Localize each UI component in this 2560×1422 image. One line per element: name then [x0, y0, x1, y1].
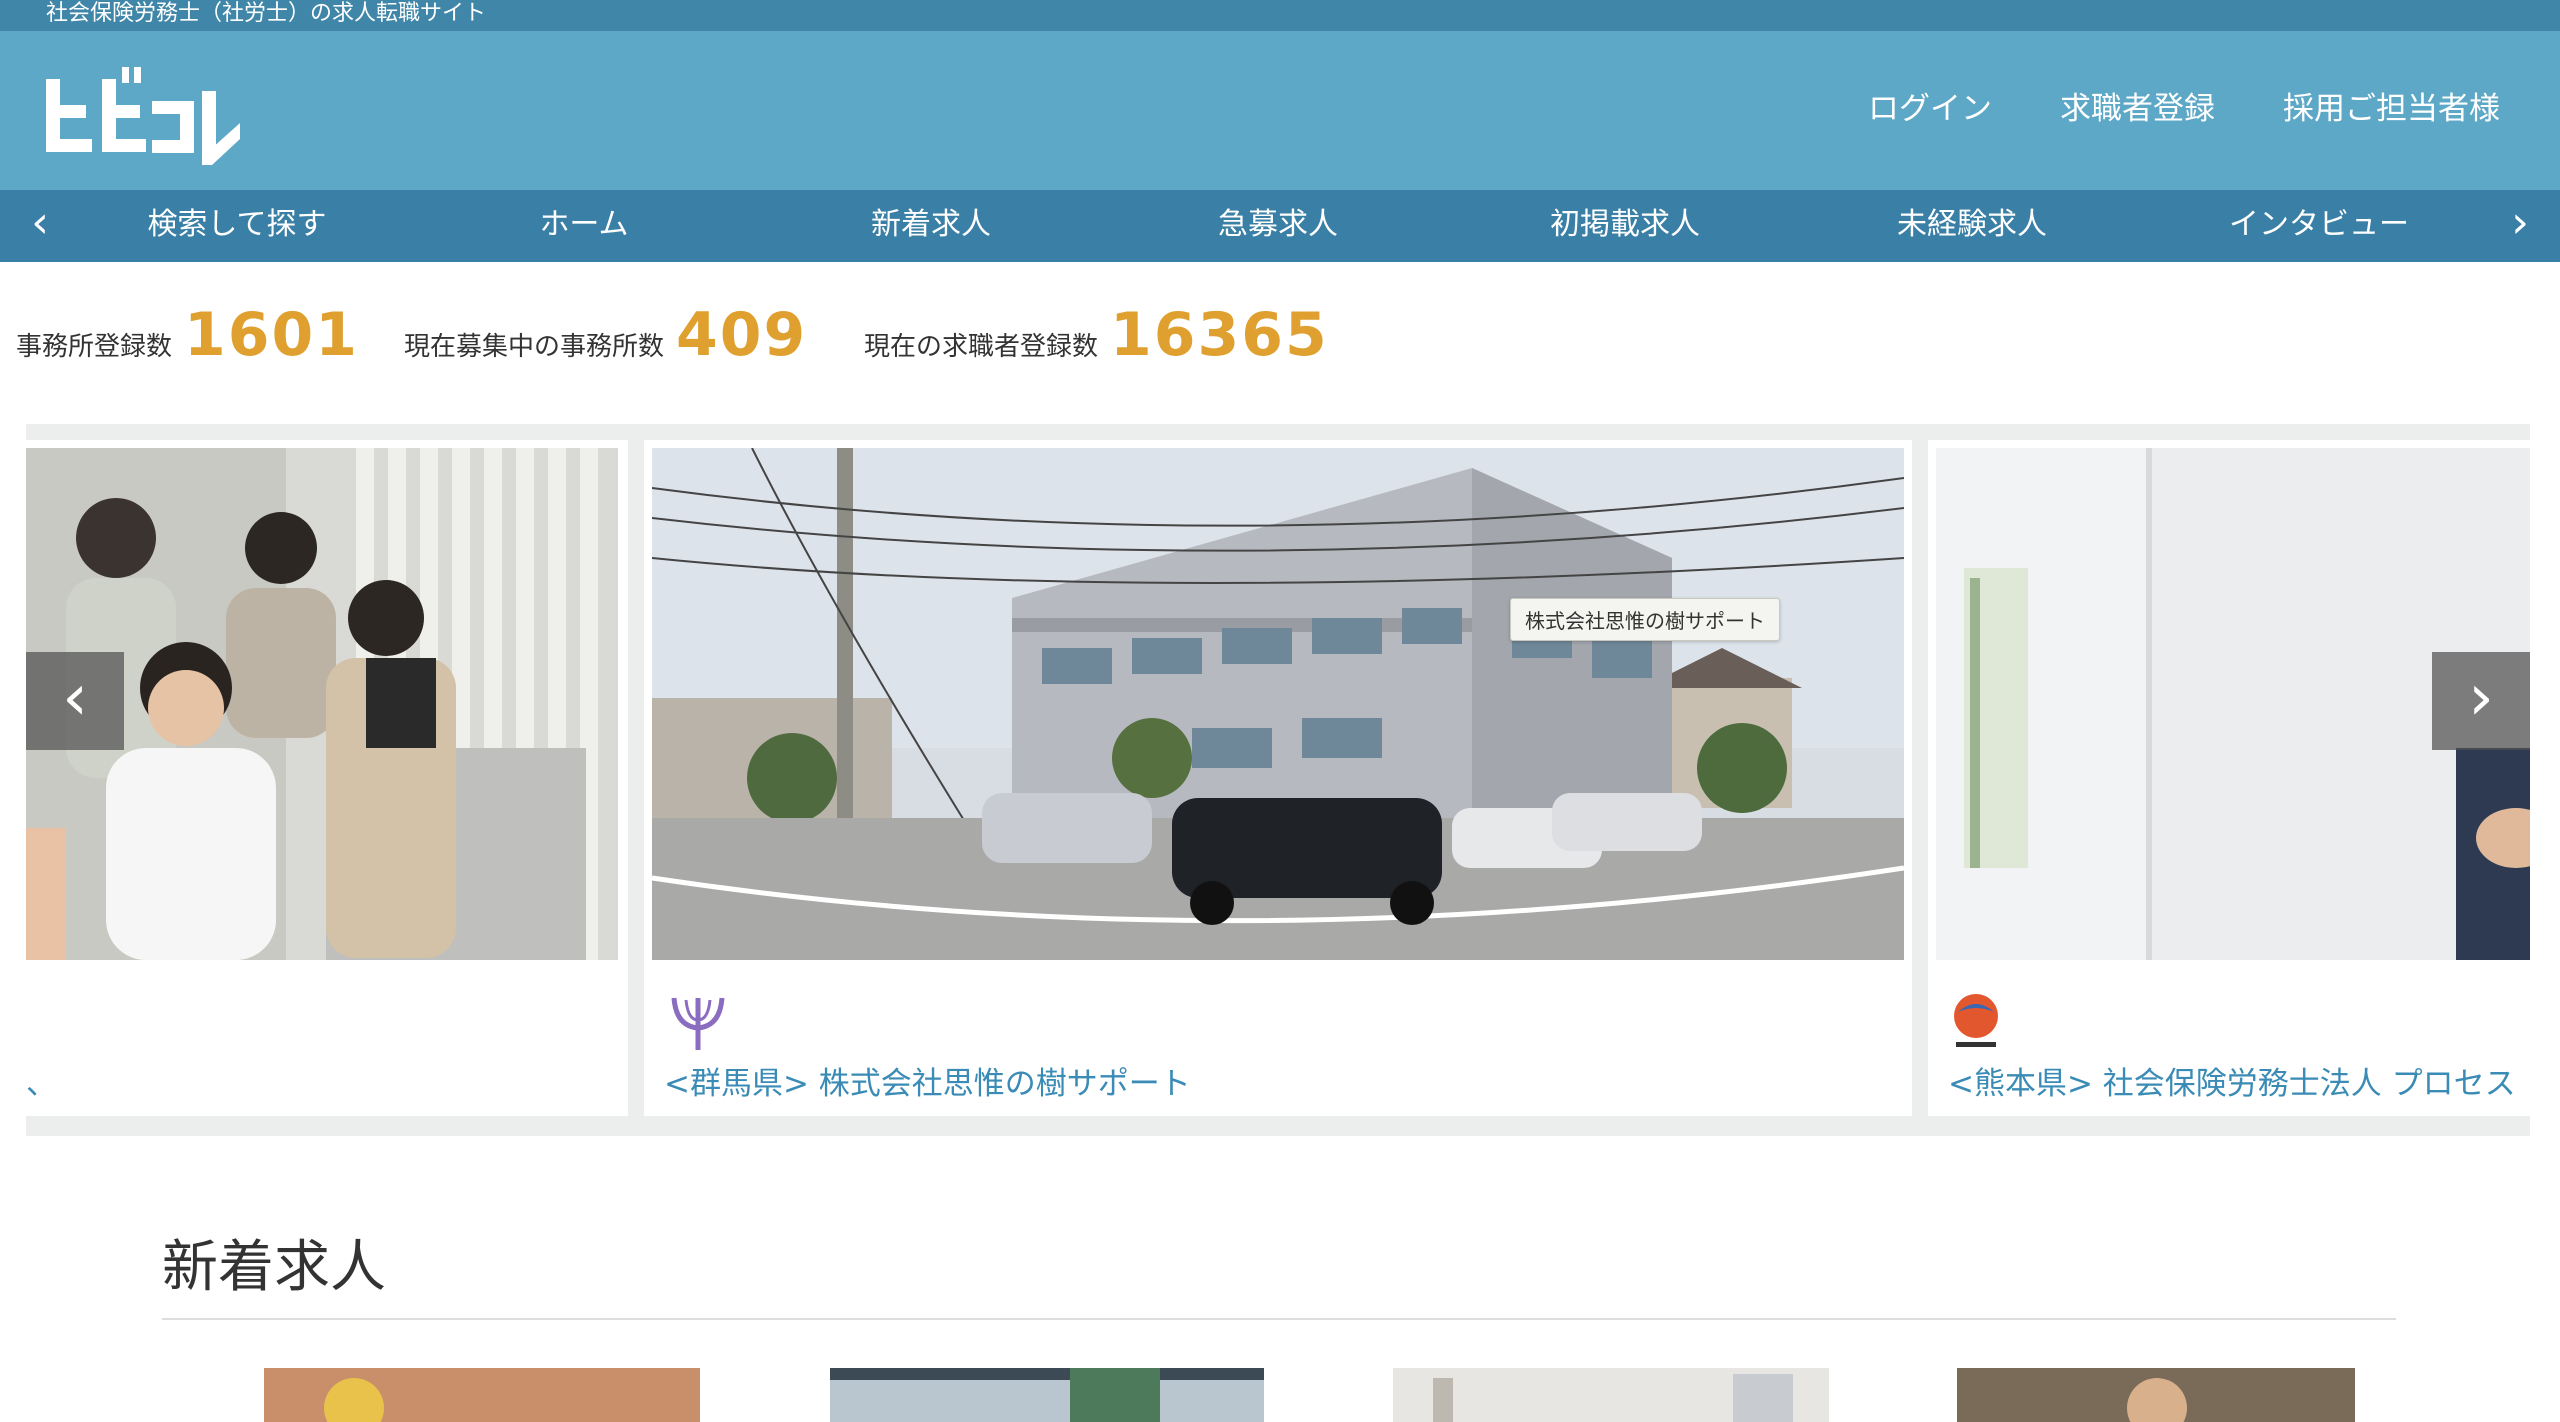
slide-photo [652, 448, 1904, 960]
nav-next-button[interactable]: › [2480, 190, 2560, 262]
nav-item-first-listing[interactable]: 初掲載求人 [1455, 190, 1795, 262]
chevron-left-icon: ‹ [31, 197, 49, 248]
featured-carousel: 、 <群馬県> 株式会社思惟の樹サポート <熊本県> 社会保険労務士法人 プロセ… [26, 424, 2530, 1136]
nav-item-home[interactable]: ホーム [414, 190, 754, 262]
image-tooltip: 株式会社思惟の樹サポート [1510, 598, 1780, 641]
company-logo-icon [671, 997, 725, 1050]
section-title-new-jobs: 新着求人 [162, 1235, 386, 1300]
main-nav: ‹ 検索して探す ホーム 新着求人 急募求人 初掲載求人 未経験求人 インタビュ… [0, 190, 2560, 262]
stat-offices: 事務所登録数 1601 [16, 300, 359, 370]
nav-item-interview[interactable]: インタビュー [2149, 190, 2489, 262]
site-logo[interactable] [44, 61, 244, 171]
logo-mark-icon [46, 67, 240, 165]
carousel-slide[interactable]: <熊本県> 社会保険労務士法人 プロセス [1928, 440, 2530, 1116]
chevron-left-icon: ‹ [62, 661, 88, 735]
login-link[interactable]: ログイン [1868, 89, 1992, 129]
chevron-right-icon: › [2468, 661, 2494, 735]
company-logo-icon [1954, 994, 1998, 1047]
stat-recruiting-offices: 現在募集中の事務所数 409 [404, 300, 807, 370]
job-card-thumbnail[interactable] [1393, 1368, 1829, 1422]
carousel-prev-button[interactable]: ‹ [26, 652, 124, 750]
slide-caption[interactable]: <群馬県> 株式会社思惟の樹サポート [664, 1058, 1191, 1103]
stat-label: 事務所登録数 [16, 332, 173, 362]
site-header: ログイン 求職者登録 採用ご担当者様 [0, 31, 2560, 190]
employer-link[interactable]: 採用ご担当者様 [2283, 89, 2500, 129]
chevron-right-icon: › [2511, 197, 2529, 248]
nav-item-new-jobs[interactable]: 新着求人 [761, 190, 1101, 262]
job-card-thumbnail[interactable] [830, 1368, 1264, 1422]
header-nav: ログイン 求職者登録 採用ご担当者様 [1868, 89, 2500, 129]
stat-value: 16365 [1110, 300, 1329, 370]
carousel-slide[interactable]: <群馬県> 株式会社思惟の樹サポート [644, 440, 1912, 1116]
stat-value: 1601 [184, 300, 360, 370]
job-card-thumbnail[interactable] [264, 1368, 700, 1422]
slide-caption[interactable]: <熊本県> 社会保険労務士法人 プロセス [1948, 1058, 2516, 1103]
stat-value: 409 [676, 300, 808, 370]
stat-label: 現在の求職者登録数 [864, 332, 1099, 362]
site-tagline-bar: 社会保険労務士（社労士）の求人転職サイト [0, 0, 2560, 31]
stat-label: 現在募集中の事務所数 [404, 332, 665, 362]
stat-jobseekers: 現在の求職者登録数 16365 [864, 300, 1329, 370]
carousel-slide[interactable]: 、 [26, 440, 628, 1116]
site-tagline: 社会保険労務士（社労士）の求人転職サイト [46, 1, 487, 26]
nav-item-urgent-jobs[interactable]: 急募求人 [1108, 190, 1448, 262]
nav-item-search[interactable]: 検索して探す [67, 190, 407, 262]
jobseeker-register-link[interactable]: 求職者登録 [2060, 89, 2215, 129]
nav-item-inexperienced[interactable]: 未経験求人 [1802, 190, 2142, 262]
slide-caption[interactable]: 、 [26, 1058, 57, 1103]
section-divider [162, 1318, 2396, 1320]
carousel-next-button[interactable]: › [2432, 652, 2530, 750]
job-card-thumbnail[interactable] [1957, 1368, 2355, 1422]
